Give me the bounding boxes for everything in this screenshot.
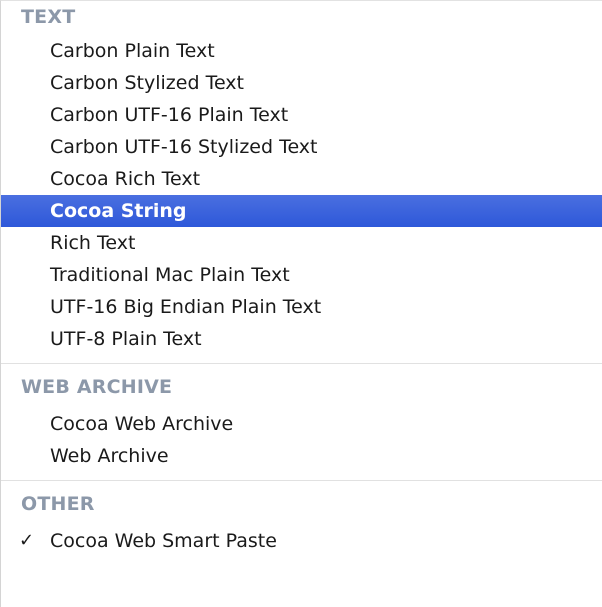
menu-item-carbon-utf16-stylized-text[interactable]: Carbon UTF-16 Stylized Text: [1, 131, 602, 163]
menu-item-web-archive[interactable]: Web Archive: [1, 440, 602, 472]
section-header-other: OTHER: [21, 493, 95, 515]
menu-item-cocoa-web-archive[interactable]: Cocoa Web Archive: [1, 408, 602, 440]
type-menu: TEXT Carbon Plain Text Carbon Stylized T…: [0, 0, 602, 607]
checkmark-icon: ✓: [19, 530, 35, 551]
menu-divider: [1, 480, 602, 481]
menu-item-carbon-plain-text[interactable]: Carbon Plain Text: [1, 35, 602, 67]
menu-item-label: Cocoa Web Smart Paste: [50, 530, 277, 552]
section-header-text: TEXT: [21, 6, 76, 28]
menu-divider: [1, 363, 602, 364]
menu-item-cocoa-string[interactable]: Cocoa String: [1, 195, 602, 227]
menu-item-cocoa-rich-text[interactable]: Cocoa Rich Text: [1, 163, 602, 195]
section-other: OTHER ✓ Cocoa Web Smart Paste: [1, 483, 602, 557]
menu-item-carbon-utf16-plain-text[interactable]: Carbon UTF-16 Plain Text: [1, 99, 602, 131]
section-web-archive: WEB ARCHIVE Cocoa Web Archive Web Archiv…: [1, 366, 602, 481]
section-text: TEXT Carbon Plain Text Carbon Stylized T…: [1, 1, 602, 364]
menu-item-rich-text[interactable]: Rich Text: [1, 227, 602, 259]
menu-item-utf8-plain-text[interactable]: UTF-8 Plain Text: [1, 323, 602, 355]
menu-item-utf16-big-endian-plain-text[interactable]: UTF-16 Big Endian Plain Text: [1, 291, 602, 323]
menu-item-traditional-mac-plain-text[interactable]: Traditional Mac Plain Text: [1, 259, 602, 291]
section-header-web-archive: WEB ARCHIVE: [21, 376, 173, 398]
menu-item-cocoa-web-smart-paste[interactable]: ✓ Cocoa Web Smart Paste: [1, 525, 602, 557]
menu-item-carbon-stylized-text[interactable]: Carbon Stylized Text: [1, 67, 602, 99]
